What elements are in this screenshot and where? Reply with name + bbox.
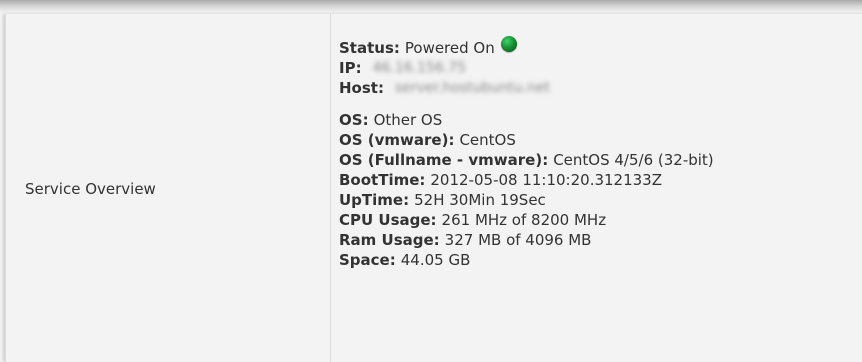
boottime-value: 2012-05-08 11:10:20.312133Z xyxy=(430,171,663,189)
space-line: Space: 44.05 GB xyxy=(339,251,471,269)
ram-usage-key: Ram Usage xyxy=(339,231,434,249)
uptime-value: 52H 30Min 19Sec xyxy=(414,191,546,209)
os-fullname-line: OS (Fullname - vmware): CentOS 4/5/6 (32… xyxy=(339,151,714,169)
window-frame: Service Overview Status: Powered On IP: … xyxy=(0,0,862,362)
os-fullname-value: CentOS 4/5/6 (32-bit) xyxy=(553,151,714,169)
os-key: OS xyxy=(339,111,363,129)
os-line: OS: Other OS xyxy=(339,111,443,129)
boottime-line: BootTime: 2012-05-08 11:10:20.312133Z xyxy=(339,171,663,189)
os-value: Other OS xyxy=(373,111,443,129)
os-vmware-key: OS (vmware) xyxy=(339,131,449,149)
space-value: 44.05 GB xyxy=(400,251,471,269)
row-label-cell: Service Overview xyxy=(6,14,331,362)
ram-usage-line: Ram Usage: 327 MB of 4096 MB xyxy=(339,231,592,249)
os-vmware-value: CentOS xyxy=(459,131,516,149)
status-line: Status: Powered On xyxy=(339,36,862,58)
os-fullname-key: OS (Fullname - vmware) xyxy=(339,151,543,169)
table-row: Service Overview Status: Powered On IP: … xyxy=(6,14,862,362)
os-vmware-line: OS (vmware): CentOS xyxy=(339,131,516,149)
ip-key: IP xyxy=(339,59,356,77)
host-key: Host xyxy=(339,79,378,97)
cpu-usage-key: CPU Usage xyxy=(339,211,431,229)
cpu-usage-line: CPU Usage: 261 MHz of 8200 MHz xyxy=(339,211,607,229)
uptime-key: UpTime xyxy=(339,191,404,209)
service-overview-table: Service Overview Status: Powered On IP: … xyxy=(5,14,862,362)
host-value-redacted: server.hostubuntu.net xyxy=(394,80,550,96)
ram-usage-value: 327 MB of 4096 MB xyxy=(444,231,592,249)
ip-line: IP: 46.16.156.75 xyxy=(339,59,467,77)
status-key: Status xyxy=(339,39,394,57)
row-value-cell: Status: Powered On IP: 46.16.156.75 Host… xyxy=(331,14,862,362)
row-label: Service Overview xyxy=(25,180,156,198)
uptime-line: UpTime: 52H 30Min 19Sec xyxy=(339,191,546,209)
boottime-key: BootTime xyxy=(339,171,420,189)
space-key: Space xyxy=(339,251,390,269)
host-line: Host: server.hostubuntu.net xyxy=(339,79,550,97)
status-indicator-icon xyxy=(500,36,517,52)
ip-value-redacted: 46.16.156.75 xyxy=(372,60,467,76)
status-value: Powered On xyxy=(404,39,495,57)
cpu-usage-value: 261 MHz of 8200 MHz xyxy=(441,211,607,229)
